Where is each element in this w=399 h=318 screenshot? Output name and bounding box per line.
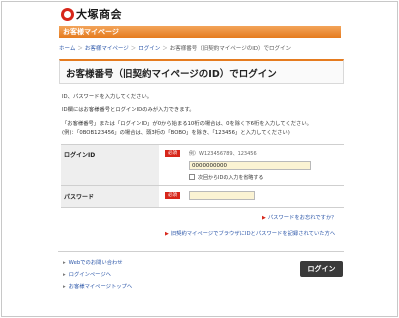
remember-id-label[interactable]: 次回からIDの入力を省略する — [198, 174, 263, 181]
login-page-link[interactable]: ▸ ログインページへ — [63, 270, 111, 278]
instruction-line-4: (例)：「0BOB123456」の場合は、頭3桁の「BOBO」を除き、「1234… — [62, 130, 290, 136]
login-button[interactable]: ログイン — [300, 261, 343, 277]
arrow-icon: ▶ — [262, 215, 266, 221]
id-password-record-link[interactable]: ▶ 旧契約マイページでブラウザにIDとパスワードを記録されていた方へ — [165, 229, 335, 237]
remember-id-checkbox[interactable] — [189, 174, 195, 180]
page-frame: 大塚商会 お客様マイページ ホーム＞お客様マイページ＞ログイン＞お客様番号（旧契… — [1, 1, 398, 317]
instruction-line-2: ID欄にはお客様番号とログインIDのみが入力できます。 — [62, 107, 195, 113]
login-id-label: ログインID — [64, 152, 96, 159]
login-id-input[interactable]: 0000000000 — [189, 161, 311, 170]
divider — [58, 251, 344, 252]
page-title: お客様番号（旧契約マイページのID）でログイン — [66, 69, 277, 80]
breadcrumb: ホーム＞お客様マイページ＞ログイン＞お客様番号（旧契約マイページのID）でログイ… — [59, 46, 292, 52]
web-inquiry-link[interactable]: ▸ Webでのお問い合わせ — [63, 258, 123, 266]
breadcrumb-current: お客様番号（旧契約マイページのID）でログイン — [169, 46, 292, 52]
bullet-icon: ▸ — [63, 272, 66, 278]
instruction-line-1: ID、パスワードを入力してください。 — [62, 94, 153, 100]
login-id-example: 例）W123456789、123456 — [189, 151, 257, 157]
breadcrumb-login[interactable]: ログイン — [138, 46, 160, 52]
page-title-box: お客様番号（旧契約マイページのID）でログイン — [59, 59, 344, 84]
section-label: お客様マイページ — [63, 28, 119, 36]
section-header-bar: お客様マイページ — [59, 26, 341, 38]
required-badge: 必須 — [165, 150, 180, 157]
login-id-label-cell: ログインID — [61, 145, 159, 185]
instruction-line-3: 「お客様番号」または「ログインID」が0から始まる10桁の場合は、0を除く下6桁… — [62, 121, 312, 127]
login-id-row: ログインID 必須 例）W123456789、123456 0000000000… — [61, 145, 344, 186]
brand-name: 大塚商会 — [76, 8, 122, 21]
arrow-icon: ▶ — [165, 231, 169, 237]
bullet-icon: ▸ — [63, 284, 66, 290]
required-badge: 必須 — [165, 192, 180, 199]
password-label: パスワード — [64, 194, 95, 201]
forgot-password-link[interactable]: ▶ パスワードをお忘れですか？ — [262, 213, 337, 221]
password-input[interactable] — [189, 191, 255, 200]
password-row: パスワード 必須 — [61, 186, 344, 207]
breadcrumb-mypage[interactable]: お客様マイページ — [85, 46, 129, 52]
breadcrumb-home[interactable]: ホーム — [59, 46, 75, 52]
brand-logo[interactable]: 大塚商会 — [61, 7, 122, 21]
login-form: ログインID 必須 例）W123456789、123456 0000000000… — [61, 144, 344, 208]
bullet-icon: ▸ — [63, 260, 66, 266]
mypage-top-link[interactable]: ▸ お客様マイページトップへ — [63, 282, 132, 290]
password-label-cell: パスワード — [61, 186, 159, 207]
logo-mark-icon — [61, 7, 74, 21]
